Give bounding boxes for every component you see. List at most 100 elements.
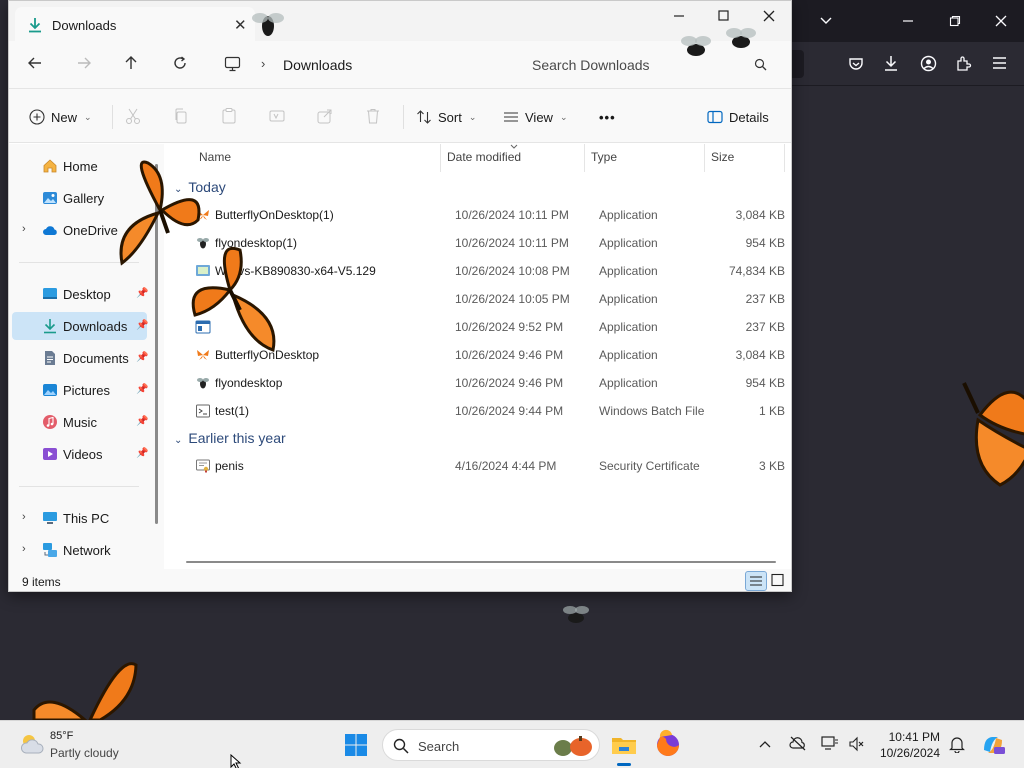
table-row[interactable]: penis 4/16/2024 4:44 PM Security Certifi… (164, 452, 791, 480)
taskbar-firefox[interactable] (652, 729, 684, 761)
explorer-maximize-icon[interactable] (718, 9, 730, 25)
pocket-icon[interactable] (848, 56, 864, 74)
pin-icon[interactable]: 📌 (136, 384, 148, 395)
sidebar-divider (19, 262, 139, 263)
details-button[interactable]: Details (707, 107, 769, 127)
sidebar-item-label: Documents (63, 351, 129, 366)
explorer-minimize-icon[interactable] (673, 7, 685, 23)
group-header-today[interactable]: ⌄ Today (174, 179, 226, 199)
sidebar-item-pictures[interactable]: Pictures 📌 (12, 376, 148, 404)
explorer-close-icon[interactable] (763, 9, 775, 25)
table-row[interactable]: 10/26/2024 9:52 PM Application 237 KB (164, 313, 791, 341)
hamburger-menu-icon[interactable] (992, 56, 1007, 72)
explorer-tab-downloads[interactable]: Downloads ✕ (15, 7, 255, 41)
column-header-type[interactable]: Type (591, 150, 617, 164)
sidebar-item-documents[interactable]: Documents 📌 (12, 344, 148, 372)
sidebar-item-gallery[interactable]: Gallery (12, 184, 147, 212)
sidebar-item-downloads[interactable]: Downloads 📌 (12, 312, 148, 340)
column-header-name[interactable]: Name (199, 150, 231, 164)
tab-close-icon[interactable]: ✕ (234, 16, 247, 34)
copy-icon[interactable] (172, 107, 190, 125)
windows-start-icon[interactable] (344, 733, 368, 757)
horizontal-scrollbar[interactable] (186, 561, 776, 563)
taskbar-search-box[interactable]: Search (382, 729, 600, 761)
breadcrumb-downloads[interactable]: Downloads (283, 57, 352, 73)
account-icon[interactable] (920, 55, 937, 74)
view-button[interactable]: View ⌄ (503, 107, 568, 127)
sidebar-item-onedrive[interactable]: › OneDrive (12, 216, 147, 244)
sidebar-scrollbar[interactable] (155, 164, 158, 524)
extensions-icon[interactable] (955, 55, 972, 74)
sort-button[interactable]: Sort ⌄ (416, 107, 476, 127)
sidebar-item-network[interactable]: › Network (12, 536, 147, 564)
share-icon[interactable] (316, 107, 334, 125)
group-header-earlier-this-year[interactable]: ⌄ Earlier this year (174, 430, 286, 450)
pin-icon[interactable]: 📌 (136, 448, 148, 459)
table-row[interactable]: flyondesktop(1) 10/26/2024 10:11 PM Appl… (164, 229, 791, 257)
taskbar-file-explorer[interactable] (608, 729, 640, 766)
column-separator[interactable] (584, 144, 585, 172)
speaker-muted-icon[interactable] (848, 736, 864, 755)
table-row[interactable]: flyondesktop 10/26/2024 9:46 PM Applicat… (164, 369, 791, 397)
explorer-navigation-bar: › Downloads Search Downloads (9, 41, 791, 89)
up-arrow-icon[interactable] (121, 55, 141, 75)
tab-list-chevron-icon[interactable] (819, 14, 833, 28)
table-row[interactable]: 10/26/2024 10:05 PM Application 237 KB (164, 285, 791, 313)
column-separator[interactable] (784, 144, 785, 172)
expand-chevron-icon[interactable]: › (22, 543, 26, 555)
column-header-date-modified[interactable]: Date modified (447, 150, 521, 164)
rename-icon[interactable] (268, 107, 286, 125)
breadcrumb-chevron-icon[interactable]: › (261, 56, 265, 71)
tiles-view-button[interactable] (768, 571, 790, 591)
clock-time[interactable]: 10:41 PM (880, 730, 940, 744)
browser-urlbar-edge[interactable] (792, 50, 804, 78)
pin-icon[interactable]: 📌 (136, 288, 148, 299)
column-header-size[interactable]: Size (711, 150, 734, 164)
documents-icon (45, 351, 55, 365)
file-date: 4/16/2024 4:44 PM (455, 459, 557, 473)
browser-close-icon[interactable] (995, 15, 1007, 29)
browser-restore-icon[interactable] (949, 15, 961, 29)
sidebar-item-this-pc[interactable]: › This PC (12, 504, 147, 532)
sidebar-divider (19, 486, 139, 487)
clock-date[interactable]: 10/26/2024 (870, 746, 940, 760)
table-row[interactable]: ButterflyOnDesktop 10/26/2024 9:46 PM Ap… (164, 341, 791, 369)
search-downloads-input[interactable]: Search Downloads (521, 49, 779, 81)
download-icon (29, 18, 41, 33)
pin-icon[interactable]: 📌 (136, 320, 148, 331)
details-view-button[interactable] (745, 571, 767, 591)
back-arrow-icon[interactable] (25, 55, 45, 75)
fly-app-icon (197, 378, 209, 389)
delete-icon[interactable] (364, 107, 382, 125)
sidebar-item-music[interactable]: Music 📌 (12, 408, 148, 436)
network-monitor-icon[interactable] (821, 735, 839, 754)
table-row[interactable]: test(1) 10/26/2024 9:44 PM Windows Batch… (164, 397, 791, 425)
column-separator[interactable] (704, 144, 705, 172)
paste-icon[interactable] (220, 107, 238, 125)
forward-arrow-icon[interactable] (74, 55, 94, 75)
sidebar-item-videos[interactable]: Videos 📌 (12, 440, 148, 468)
notification-bell-icon[interactable] (949, 736, 965, 756)
cut-icon[interactable] (124, 107, 142, 125)
application-icon (195, 292, 211, 306)
pin-icon[interactable]: 📌 (136, 416, 148, 427)
expand-chevron-icon[interactable]: › (22, 223, 26, 235)
column-separator[interactable] (440, 144, 441, 172)
sidebar-item-desktop[interactable]: Desktop 📌 (12, 280, 148, 308)
browser-minimize-icon[interactable] (902, 14, 914, 28)
copilot-icon[interactable] (980, 732, 1006, 761)
sidebar-item-home[interactable]: Home (12, 152, 147, 180)
show-hidden-icons-chevron-icon[interactable] (758, 737, 772, 752)
expand-chevron-icon[interactable]: › (22, 511, 26, 523)
new-button[interactable]: New ⌄ (29, 107, 92, 127)
more-options-button[interactable]: ••• (599, 107, 616, 127)
browser-downloads-icon[interactable] (883, 55, 899, 74)
table-row[interactable]: ButterflyOnDesktop(1) 10/26/2024 10:11 P… (164, 201, 791, 229)
fly-app-icon (197, 238, 209, 249)
address-bar[interactable]: › Downloads (214, 49, 518, 81)
refresh-icon[interactable] (170, 55, 190, 75)
pin-icon[interactable]: 📌 (136, 352, 148, 363)
onedrive-offline-icon[interactable] (789, 735, 807, 754)
table-row[interactable]: W…vs-KB890830-x64-V5.129 10/26/2024 10:0… (164, 257, 791, 285)
file-list: Name Date modified Type Size ⌄ Today Butt… (164, 144, 791, 569)
